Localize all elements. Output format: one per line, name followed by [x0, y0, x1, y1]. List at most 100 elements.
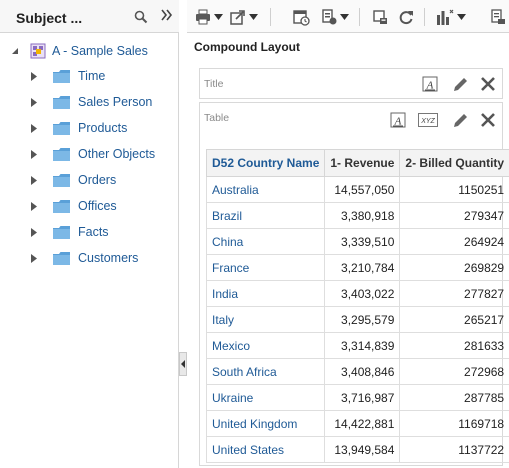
- expanded-triangle-icon[interactable]: [10, 41, 20, 61]
- dropdown-arrow-icon: [457, 14, 466, 20]
- edit-view-button[interactable]: [452, 76, 469, 96]
- folder-facts[interactable]: Facts: [29, 222, 109, 242]
- table-header-row: D52 Country Name 1- Revenue 2- Billed Qu…: [205, 149, 509, 177]
- collapse-panel-icon[interactable]: [160, 8, 174, 22]
- folder-icon: [53, 147, 70, 161]
- billed-quantity-cell: 1137722: [399, 436, 509, 463]
- title-view[interactable]: Title A: [199, 68, 503, 99]
- country-cell[interactable]: Ukraine: [205, 384, 326, 411]
- billed-quantity-cell: 1169718: [399, 410, 509, 437]
- print-button[interactable]: [195, 8, 223, 26]
- splitter-collapse-handle[interactable]: [179, 352, 187, 376]
- folder-customers[interactable]: Customers: [29, 248, 138, 268]
- billed-quantity-cell: 264924: [399, 228, 509, 255]
- country-cell[interactable]: United States: [205, 436, 326, 463]
- table-row: Brazil 3,380,918 279347: [205, 202, 509, 229]
- report-options-button[interactable]: [372, 8, 388, 26]
- collapsed-triangle-icon[interactable]: [29, 144, 39, 164]
- view-properties-button[interactable]: [436, 8, 466, 26]
- country-cell[interactable]: Italy: [205, 306, 326, 333]
- billed-quantity-cell: 272968: [399, 358, 509, 385]
- more-button[interactable]: [491, 8, 505, 26]
- column-header-billed-quantity[interactable]: 2- Billed Quantity: [399, 149, 509, 177]
- folder-icon: [53, 95, 70, 109]
- folder-icon: [53, 225, 70, 239]
- folder-icon: [53, 69, 70, 83]
- billed-quantity-cell: 287785: [399, 384, 509, 411]
- remove-view-button[interactable]: [480, 112, 496, 131]
- toolbar-separator: [270, 8, 271, 26]
- billed-quantity-cell: 265217: [399, 306, 509, 333]
- column-header-revenue[interactable]: 1- Revenue: [324, 149, 401, 177]
- country-cell[interactable]: India: [205, 280, 326, 307]
- compound-layout-title: Compound Layout: [194, 40, 300, 54]
- country-cell[interactable]: China: [205, 228, 326, 255]
- folder-icon: [53, 121, 70, 135]
- revenue-cell: 3,403,022: [324, 280, 401, 307]
- folder-orders[interactable]: Orders: [29, 170, 116, 190]
- billed-quantity-cell: 1150251: [399, 176, 509, 203]
- folder-offices[interactable]: Offices: [29, 196, 117, 216]
- pencil-icon: [454, 114, 467, 127]
- format-view-button[interactable]: A: [390, 112, 406, 131]
- column-header-country[interactable]: D52 Country Name: [205, 149, 326, 177]
- folder-label: Sales Person: [78, 95, 153, 109]
- folder-sales-person[interactable]: Sales Person: [29, 92, 152, 112]
- more-icon: [491, 9, 505, 24]
- table-row: France 3,210,784 269829: [205, 254, 509, 281]
- layout-toolbar: [187, 0, 509, 33]
- export-button[interactable]: [230, 8, 258, 26]
- collapsed-triangle-icon[interactable]: [29, 118, 39, 138]
- table-row: Australia 14,557,050 1150251: [205, 176, 509, 203]
- collapsed-triangle-icon[interactable]: [29, 92, 39, 112]
- folder-label: Products: [78, 121, 128, 135]
- folder-products[interactable]: Products: [29, 118, 127, 138]
- edit-view-button[interactable]: [452, 112, 469, 132]
- format-values-icon: XYZ: [418, 113, 438, 127]
- folder-other-objects[interactable]: Other Objects: [29, 144, 155, 164]
- dropdown-arrow-icon: [340, 14, 349, 20]
- svg-text:XYZ: XYZ: [420, 118, 435, 125]
- collapsed-triangle-icon[interactable]: [29, 66, 39, 86]
- toolbar-separator: [424, 8, 425, 26]
- country-cell[interactable]: France: [205, 254, 326, 281]
- subject-areas-panel: Subject ... A - Sample Sales Time Sales …: [0, 0, 179, 468]
- results-table: D52 Country Name 1- Revenue 2- Billed Qu…: [205, 149, 509, 463]
- folder-time[interactable]: Time: [29, 66, 105, 86]
- country-cell[interactable]: United Kingdom: [205, 410, 326, 437]
- folder-label: Facts: [78, 225, 109, 239]
- country-cell[interactable]: Brazil: [205, 202, 326, 229]
- format-view-button[interactable]: A: [422, 76, 438, 95]
- schedule-button[interactable]: [293, 8, 310, 26]
- revenue-cell: 14,557,050: [324, 176, 401, 203]
- table-view: Table A XYZ D52 Country Name 1- Revenue …: [199, 102, 509, 466]
- country-cell[interactable]: South Africa: [205, 358, 326, 385]
- revenue-cell: 3,716,987: [324, 384, 401, 411]
- format-text-icon: A: [422, 76, 438, 92]
- data-options-button[interactable]: [321, 8, 349, 26]
- refresh-button[interactable]: [398, 8, 414, 26]
- close-icon: [481, 77, 495, 91]
- collapsed-triangle-icon[interactable]: [29, 196, 39, 216]
- country-cell[interactable]: Australia: [205, 176, 326, 203]
- country-cell[interactable]: Mexico: [205, 332, 326, 359]
- billed-quantity-cell: 279347: [399, 202, 509, 229]
- dropdown-arrow-icon: [249, 14, 258, 20]
- revenue-cell: 14,422,881: [324, 410, 401, 437]
- view-properties-icon: [437, 9, 454, 25]
- close-icon: [481, 113, 495, 127]
- folder-label: Time: [78, 69, 106, 83]
- folder-icon: [53, 199, 70, 213]
- collapsed-triangle-icon[interactable]: [29, 222, 39, 242]
- billed-quantity-cell: 281633: [399, 332, 509, 359]
- refresh-data-icon: [322, 9, 337, 25]
- subject-area-root[interactable]: A - Sample Sales: [10, 41, 148, 61]
- remove-view-button[interactable]: [480, 76, 496, 95]
- collapsed-triangle-icon[interactable]: [29, 248, 39, 268]
- revenue-cell: 13,949,584: [324, 436, 401, 463]
- collapsed-triangle-icon[interactable]: [29, 170, 39, 190]
- search-icon[interactable]: [134, 10, 148, 24]
- format-container-button[interactable]: XYZ: [418, 113, 438, 130]
- format-text-icon: A: [390, 112, 406, 128]
- table-body: Australia 14,557,050 1150251 Brazil 3,380,91…: [205, 176, 509, 463]
